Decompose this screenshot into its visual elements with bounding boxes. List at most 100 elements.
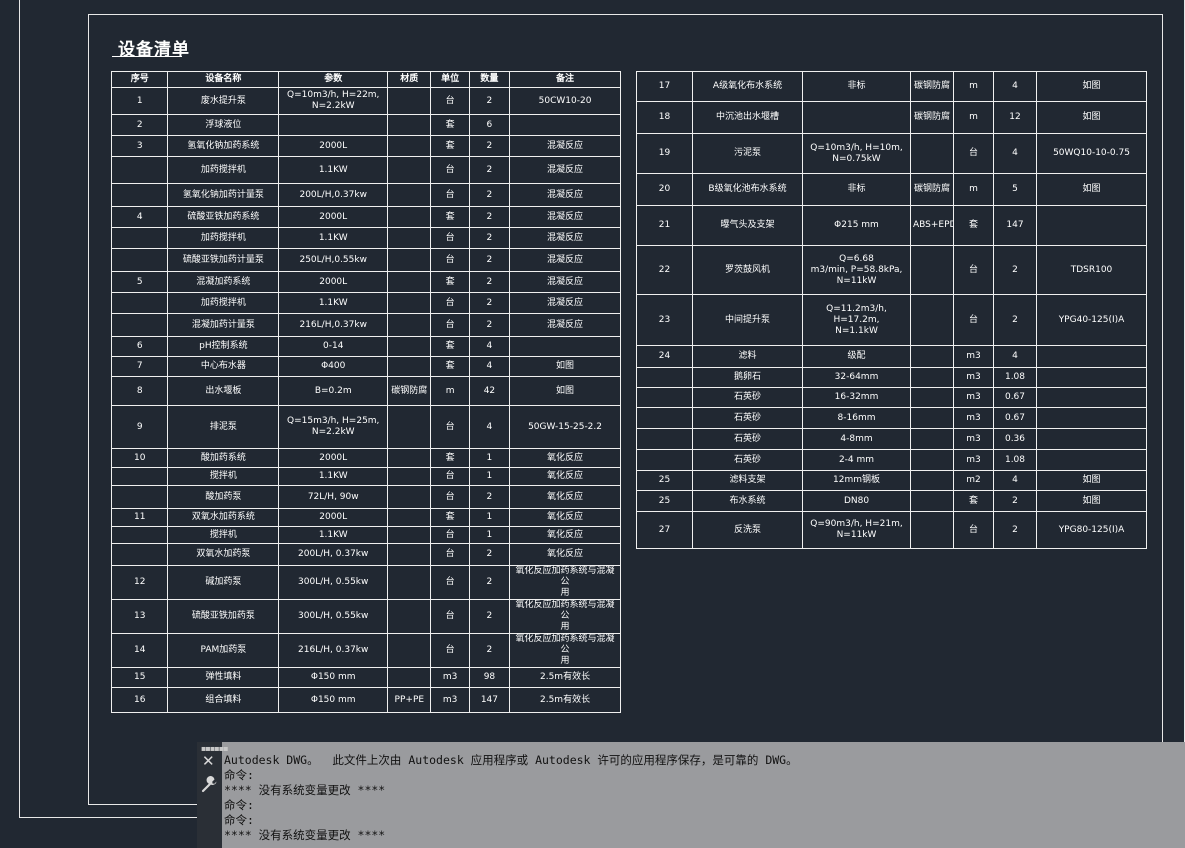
- cell-material: [910, 407, 954, 429]
- cell-qty: 2: [993, 511, 1037, 549]
- cell-note: 混凝反应: [509, 248, 621, 272]
- table-row: 3 氢氧化钠加药系统 2000L 套 2 混凝反应: [110, 135, 621, 157]
- cell-no: 16: [110, 687, 169, 713]
- cell-no: 4: [110, 206, 169, 228]
- cell-name: 硫酸亚铁加药计量泵: [167, 248, 280, 272]
- cell-note: [509, 114, 621, 136]
- cell-name: 曝气头及支架: [692, 205, 803, 246]
- cell-unit: 台: [953, 245, 994, 295]
- command-line-text: 命令:: [224, 798, 254, 812]
- cell-no: [636, 428, 693, 450]
- cell-note: 如图: [509, 376, 621, 406]
- cell-material: [387, 405, 432, 449]
- cell-qty: 98: [468, 667, 511, 688]
- cell-qty: 2: [468, 633, 511, 668]
- cell-qty: 2: [468, 87, 511, 115]
- cell-material: [387, 448, 432, 468]
- close-icon[interactable]: ✕: [202, 752, 215, 770]
- wrench-icon[interactable]: [200, 776, 218, 794]
- cell-material: PP+PE: [387, 687, 432, 713]
- cell-name: 混凝加药计量泵: [167, 313, 280, 337]
- cell-qty: 2: [993, 245, 1037, 295]
- cell-name: 加药搅拌机: [167, 292, 280, 314]
- cell-name: 组合填料: [167, 687, 280, 713]
- cell-material: [910, 490, 954, 512]
- cell-note: 氧化反应: [509, 448, 621, 468]
- cell-name: 加药搅拌机: [167, 227, 280, 249]
- cell-qty: 2: [468, 183, 511, 207]
- cell-no: 23: [636, 294, 693, 346]
- cell-name: 废水提升泵: [167, 87, 280, 115]
- cell-unit: 台: [430, 156, 470, 184]
- cell-params: 300L/H, 0.55kw: [278, 599, 389, 634]
- cell-note: 2.5m有效长: [509, 687, 621, 713]
- table-row: 27 反洗泵 Q=90m3/h, H=21m, N=11kW 台 2 YPG80-125(…: [636, 511, 1147, 549]
- cell-no: 8: [110, 376, 169, 406]
- header-material: 材质: [387, 71, 432, 88]
- cell-params: 2-4 mm: [802, 449, 911, 471]
- cell-name: 鹅卵石: [692, 367, 803, 388]
- cell-note: 混凝反应: [509, 206, 621, 228]
- cell-material: [387, 543, 432, 566]
- cell-qty: 2: [993, 294, 1037, 346]
- cell-no: 25: [636, 490, 693, 512]
- cell-material: [910, 245, 954, 295]
- cell-params: 72L/H, 90w: [278, 485, 389, 509]
- cell-name: 石英砂: [692, 449, 803, 471]
- command-line-text: Autodesk DWG。 此文件上次由 Autodesk 应用程序或 Auto…: [224, 753, 798, 767]
- cell-params: Q=15m3/h, H=25m, N=2.2kW: [278, 405, 389, 449]
- title-underline: [112, 56, 182, 57]
- cell-params: 200L/H, 0.37kw: [278, 543, 389, 566]
- cell-qty: 42: [468, 376, 511, 406]
- cell-name: 酸加药系统: [167, 448, 280, 468]
- cell-no: 20: [636, 173, 693, 206]
- cell-name: 氢氧化钠加药系统: [167, 135, 280, 157]
- cell-note: 混凝反应: [509, 135, 621, 157]
- cell-note: 混凝反应: [509, 292, 621, 314]
- table-row: 石英砂 8-16mm m3 0.67: [636, 407, 1147, 429]
- table-row: 23 中间提升泵 Q=11.2m3/h, H=17.2m, N=1.1kW 台 2 YPG…: [636, 294, 1147, 346]
- cell-params: 2000L: [278, 135, 389, 157]
- cell-material: [387, 227, 432, 249]
- cell-note: 如图: [509, 356, 621, 377]
- cell-qty: 147: [468, 687, 511, 713]
- table-row: 16 组合填料 Φ150 mm PP+PE m3 147 2.5m有效长: [110, 687, 621, 713]
- cell-unit: 套: [953, 490, 994, 512]
- command-history[interactable]: Autodesk DWG。 此文件上次由 Autodesk 应用程序或 Auto…: [224, 753, 1179, 843]
- cell-name: 碱加药泵: [167, 565, 280, 600]
- cell-material: [387, 114, 432, 136]
- cell-name: 浮球液位: [167, 114, 280, 136]
- cell-unit: m3: [953, 407, 994, 429]
- cell-material: [387, 87, 432, 115]
- cell-unit: 台: [430, 543, 470, 566]
- cell-no: 5: [110, 271, 169, 293]
- cell-no: 22: [636, 245, 693, 295]
- table-row: 石英砂 16-32mm m3 0.67: [636, 387, 1147, 408]
- cell-material: [387, 292, 432, 314]
- cell-name: 出水堰板: [167, 376, 280, 406]
- cell-material: [910, 294, 954, 346]
- cell-note: TDSR100: [1036, 245, 1147, 295]
- header-name: 设备名称: [167, 71, 280, 88]
- cell-no: [110, 227, 169, 249]
- cell-note: 50CW10-20: [509, 87, 621, 115]
- cell-material: [910, 367, 954, 388]
- cell-qty: 147: [993, 205, 1037, 246]
- cell-params: B=0.2m: [278, 376, 389, 406]
- cell-name: 酸加药泵: [167, 485, 280, 509]
- header-note: 备注: [509, 71, 621, 88]
- table-row: 搅拌机 1.1KW 台 1 氧化反应: [110, 467, 621, 486]
- cell-params: 1.1KW: [278, 526, 389, 544]
- command-line-handle[interactable]: ▪▪▪▪▪▪ ✕: [197, 742, 229, 848]
- cell-unit: 台: [953, 133, 994, 174]
- cell-material: [910, 345, 954, 368]
- cell-note: 混凝反应: [509, 227, 621, 249]
- cell-no: 3: [110, 135, 169, 157]
- cell-material: [910, 470, 954, 491]
- table-row: 搅拌机 1.1KW 台 1 氧化反应: [110, 526, 621, 544]
- cell-no: 11: [110, 508, 169, 527]
- command-line-text: **** 没有系统变量更改 ****: [224, 828, 386, 842]
- cell-qty: 1.08: [993, 367, 1037, 388]
- cell-unit: 套: [430, 206, 470, 228]
- cell-name: 加药搅拌机: [167, 156, 280, 184]
